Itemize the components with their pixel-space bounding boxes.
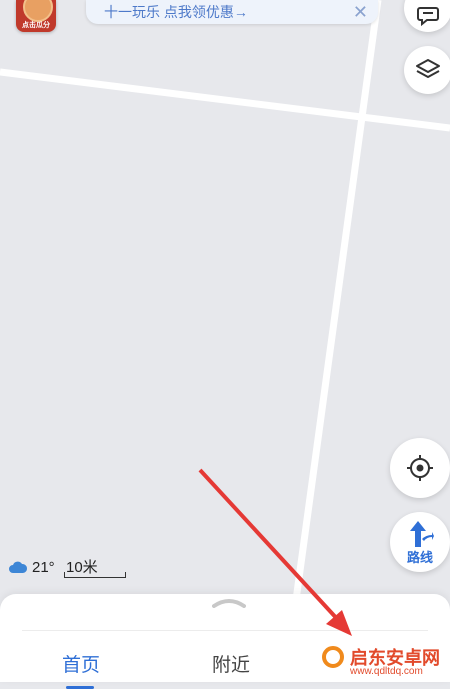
cloud-icon [9, 561, 28, 573]
watermark-logo-icon [322, 646, 344, 668]
tab-nearby-label: 附近 [212, 655, 251, 676]
locate-button[interactable] [390, 438, 450, 498]
chevron-up-icon[interactable] [212, 596, 246, 608]
sheet-divider [22, 630, 428, 631]
crosshair-icon [407, 455, 433, 481]
close-icon[interactable]: ✕ [353, 3, 368, 21]
route-arrow-icon [410, 520, 434, 547]
layers-button[interactable] [404, 46, 450, 94]
tab-home[interactable]: 首页 [62, 650, 101, 689]
map-canvas[interactable] [0, 0, 450, 682]
map-scale: 10米 [64, 556, 126, 578]
watermark: 启东安卓网 www.qdltdq.com [322, 640, 450, 682]
route-label: 路线 [406, 549, 433, 565]
promo-banner[interactable]: 十一玩乐 点我领优惠→ ✕ [86, 0, 378, 24]
promo-badge[interactable]: 点击瓜分 [16, 0, 56, 32]
tab-home-label: 首页 [62, 655, 101, 676]
layers-icon [416, 59, 440, 78]
tab-nearby[interactable]: 附近 [212, 650, 250, 677]
weather-temperature: 21° [32, 558, 55, 576]
promo-badge-text: 点击瓜分 [22, 22, 50, 29]
chat-bubble-icon [417, 7, 439, 27]
coin-icon [23, 0, 53, 22]
weather-widget[interactable]: 21° [8, 556, 55, 578]
route-button[interactable]: 路线 [390, 512, 450, 572]
promo-banner-text: 十一玩乐 点我领优惠→ [104, 4, 248, 20]
scale-bar [64, 572, 126, 578]
watermark-url: www.qdltdq.com [350, 666, 423, 677]
